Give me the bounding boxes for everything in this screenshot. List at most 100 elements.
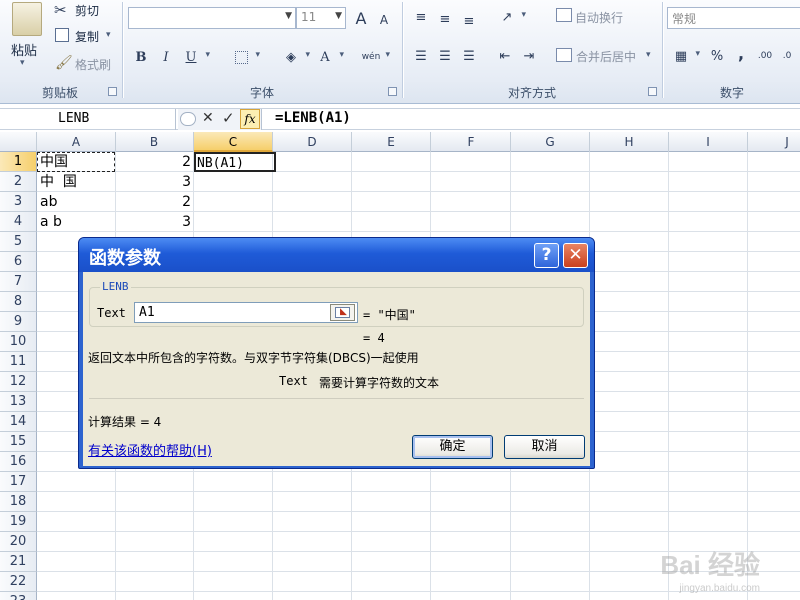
grow-font-button[interactable]: A (350, 7, 372, 29)
select-all-corner[interactable] (0, 132, 37, 152)
column-header-b[interactable]: B (115, 132, 194, 152)
row-header-9[interactable]: 9 (0, 312, 37, 332)
wrap-text-icon[interactable] (556, 8, 572, 22)
increase-decimal-icon[interactable]: .00 (754, 45, 776, 67)
decrease-decimal-icon[interactable]: .0 (776, 45, 798, 67)
copy-dropdown-icon[interactable]: ▾ (106, 30, 111, 40)
row-header-14[interactable]: 14 (0, 412, 37, 432)
cell-c1-active[interactable]: NB(A1) (194, 152, 276, 172)
row-header-21[interactable]: 21 (0, 552, 37, 572)
phonetic-button[interactable]: wén (360, 46, 390, 68)
scissors-icon[interactable]: ✂ (54, 1, 67, 19)
alignment-launcher-icon[interactable] (648, 87, 657, 96)
row-header-13[interactable]: 13 (0, 392, 37, 412)
align-left-icon[interactable]: ☰ (410, 45, 432, 67)
copy-icon[interactable] (55, 28, 69, 42)
column-header-e[interactable]: E (352, 132, 431, 152)
row-header-22[interactable]: 22 (0, 572, 37, 592)
font-color-button[interactable]: A (314, 46, 344, 68)
align-center-icon[interactable]: ☰ (434, 45, 456, 67)
format-painter-button[interactable]: 格式刷 (75, 56, 111, 73)
clipboard-launcher-icon[interactable] (108, 87, 117, 96)
help-button[interactable]: ? (534, 243, 559, 268)
row-header-7[interactable]: 7 (0, 272, 37, 292)
close-button[interactable]: ✕ (563, 243, 588, 268)
row-header-1[interactable]: 1 (0, 152, 37, 172)
row-header-4[interactable]: 4 (0, 212, 37, 232)
wrap-text-button[interactable]: 自动换行 (575, 9, 623, 26)
underline-button[interactable]: U (180, 46, 210, 68)
cancel-entry-button[interactable]: ✕ (202, 110, 214, 126)
decrease-indent-icon[interactable]: ⇤ (494, 45, 516, 67)
column-header-i[interactable]: I (669, 132, 748, 152)
row-header-8[interactable]: 8 (0, 292, 37, 312)
row-header-12[interactable]: 12 (0, 372, 37, 392)
text-argument-input[interactable]: A1 (134, 302, 358, 323)
align-middle-icon[interactable]: ≡ (434, 8, 456, 30)
column-header-a[interactable]: A (37, 132, 116, 152)
collapse-dialog-button[interactable]: ◣ (330, 304, 355, 321)
column-header-j[interactable]: J (748, 132, 800, 152)
font-size-combo[interactable]: 11 ▼ (296, 7, 346, 29)
dialog-titlebar[interactable]: 函数参数 ? ✕ (79, 238, 594, 272)
column-header-h[interactable]: H (590, 132, 669, 152)
brush-icon[interactable]: 🖌 (55, 55, 73, 71)
comma-button[interactable]: , (730, 42, 752, 64)
merge-center-button[interactable]: 合并后居中 (576, 48, 636, 65)
cell-a2[interactable]: 中 国 (38, 172, 114, 192)
cell-b1[interactable]: 2 (115, 152, 194, 172)
paste-dropdown-icon[interactable]: ▾ (20, 58, 25, 68)
row-header-15[interactable]: 15 (0, 432, 37, 452)
cell-a3[interactable]: ab (38, 192, 114, 212)
row-header-6[interactable]: 6 (0, 252, 37, 272)
row-header-2[interactable]: 2 (0, 172, 37, 192)
increase-indent-icon[interactable]: ⇥ (518, 45, 540, 67)
function-help-link[interactable]: 有关该函数的帮助(H) (88, 440, 212, 459)
merge-dropdown-icon[interactable]: ▾ (646, 50, 651, 60)
formula-bar-handle-icon[interactable] (180, 112, 196, 126)
orientation-icon[interactable]: ↗ (496, 6, 526, 28)
bold-button[interactable]: B (130, 46, 152, 68)
formula-input[interactable]: =LENB(A1) (275, 110, 351, 126)
row-header-20[interactable]: 20 (0, 532, 37, 552)
border-icon[interactable] (230, 46, 260, 68)
font-name-combo[interactable]: ▼ (128, 7, 296, 29)
column-header-d[interactable]: D (273, 132, 352, 152)
align-top-icon[interactable]: ≡ (410, 6, 432, 28)
paste-icon[interactable] (12, 2, 42, 36)
paste-button[interactable]: 粘贴 (11, 40, 37, 59)
row-header-10[interactable]: 10 (0, 332, 37, 352)
column-header-g[interactable]: G (511, 132, 590, 152)
merge-center-icon[interactable] (556, 48, 572, 62)
cell-b3[interactable]: 2 (115, 192, 194, 212)
cancel-button[interactable]: 取消 (504, 435, 585, 459)
fill-color-icon[interactable]: ◈ (280, 46, 310, 68)
number-format-combo[interactable]: 常规 (667, 7, 800, 29)
align-bottom-icon[interactable]: ≡ (458, 10, 480, 32)
name-box[interactable]: LENB (0, 109, 176, 130)
column-header-f[interactable]: F (432, 132, 511, 152)
row-header-5[interactable]: 5 (0, 232, 37, 252)
cut-button[interactable]: 剪切 (75, 2, 99, 19)
align-right-icon[interactable]: ☰ (458, 45, 480, 67)
cell-b4[interactable]: 3 (115, 212, 194, 232)
row-header-17[interactable]: 17 (0, 472, 37, 492)
ok-button[interactable]: 确定 (412, 435, 493, 459)
percent-button[interactable]: % (706, 45, 728, 67)
row-header-3[interactable]: 3 (0, 192, 37, 212)
italic-button[interactable]: I (155, 46, 177, 68)
row-header-19[interactable]: 19 (0, 512, 37, 532)
row-header-16[interactable]: 16 (0, 452, 37, 472)
row-header-18[interactable]: 18 (0, 492, 37, 512)
row-header-23[interactable]: 23 (0, 592, 37, 600)
insert-function-button[interactable]: fx (240, 109, 260, 129)
shrink-font-button[interactable]: A (373, 9, 395, 31)
font-launcher-icon[interactable] (388, 87, 397, 96)
cell-a4[interactable]: a b (38, 212, 114, 232)
currency-icon[interactable]: ▦ (670, 45, 700, 67)
enter-entry-button[interactable]: ✓ (222, 109, 235, 127)
column-header-c[interactable]: C (194, 132, 273, 152)
cell-a1[interactable]: 中国 (38, 152, 114, 172)
cell-b2[interactable]: 3 (115, 172, 194, 192)
copy-button[interactable]: 复制 (75, 28, 99, 45)
